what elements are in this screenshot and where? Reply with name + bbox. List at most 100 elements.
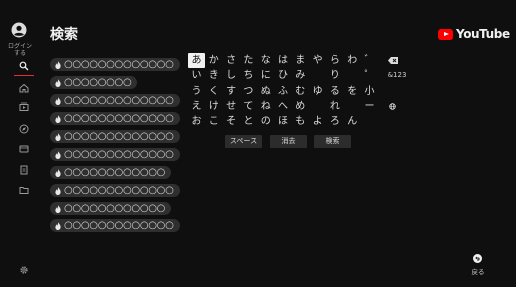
trending-flame-icon xyxy=(55,96,61,105)
suggestion-text: ○○○○○○○○○○○○○ xyxy=(64,59,174,70)
suggestion-text: ○○○○○○○○○○○○○ xyxy=(64,149,174,160)
suggestion-item[interactable]: ○○○○○○○○○○○○ xyxy=(50,202,172,215)
kana-key[interactable]: む xyxy=(292,84,309,99)
kana-key[interactable]: 小 xyxy=(361,84,378,99)
kana-key[interactable]: き xyxy=(205,68,222,83)
kana-key[interactable]: そ xyxy=(223,114,240,129)
kana-key[interactable]: め xyxy=(292,99,309,114)
kana-key[interactable]: の xyxy=(257,114,274,129)
space-button[interactable]: スペース xyxy=(225,135,262,148)
back-label[interactable]: 戻る xyxy=(468,266,488,276)
kana-key[interactable]: し xyxy=(223,68,240,83)
trending-flame-icon xyxy=(55,204,61,213)
suggestion-item[interactable]: ○○○○○○○○○○○○○ xyxy=(50,219,180,232)
kana-key[interactable]: ち xyxy=(240,68,257,83)
kana-key[interactable]: ら xyxy=(326,53,343,68)
kana-key[interactable]: は xyxy=(275,53,292,68)
trending-flame-icon xyxy=(55,150,61,159)
suggestion-text: ○○○○○○○○○○○○ xyxy=(64,167,166,178)
kana-key[interactable]: わ xyxy=(344,53,361,68)
kana-key[interactable]: へ xyxy=(275,99,292,114)
kana-key[interactable]: ぬ xyxy=(257,84,274,99)
kana-key[interactable]: ー xyxy=(361,99,378,114)
kana-key[interactable]: れ xyxy=(326,99,343,114)
kana-key[interactable]: ね xyxy=(257,99,274,114)
saved-icon[interactable] xyxy=(18,164,30,176)
suggestion-text: ○○○○○○○○○○○○ xyxy=(64,203,166,214)
kana-key[interactable]: う xyxy=(188,84,205,99)
suggestion-text: ○○○○○○○○○○○○○ xyxy=(64,113,174,124)
kana-key[interactable]: ゆ xyxy=(309,84,326,99)
kana-key[interactable]: さ xyxy=(223,53,240,68)
suggestion-item[interactable]: ○○○○○○○○○○○○○ xyxy=(50,112,180,125)
kana-key[interactable]: こ xyxy=(205,114,222,129)
folder-icon[interactable] xyxy=(18,184,30,196)
suggestion-item[interactable]: ○○○○○○○○○○○○○ xyxy=(50,94,180,107)
kana-key[interactable]: に xyxy=(257,68,274,83)
backspace-icon[interactable] xyxy=(384,53,401,68)
trending-flame-icon xyxy=(55,114,61,123)
suggestion-text: ○○○○○○○○○○○○○ xyxy=(64,185,174,196)
suggestion-item[interactable]: ○○○○○○○○○○○○○ xyxy=(50,148,180,161)
kana-key[interactable]: た xyxy=(240,53,257,68)
kana-key[interactable]: つ xyxy=(240,84,257,99)
kana-key[interactable]: ろ xyxy=(326,114,343,129)
kana-key[interactable]: と xyxy=(240,114,257,129)
trending-flame-icon xyxy=(55,186,61,195)
symbols-key[interactable]: &123 xyxy=(386,68,408,83)
kana-key[interactable]: く xyxy=(205,84,222,99)
kana-key[interactable]: ゛ xyxy=(361,53,378,68)
suggestion-text: ○○○○○○○○○○○○○ xyxy=(64,220,174,231)
kana-key[interactable]: り xyxy=(326,68,343,83)
gear-icon[interactable] xyxy=(18,264,30,276)
kana-key[interactable]: ひ xyxy=(275,68,292,83)
kana-key[interactable]: を xyxy=(344,84,361,99)
kana-key[interactable]: ま xyxy=(292,53,309,68)
trending-flame-icon xyxy=(55,78,61,87)
kana-key[interactable]: ふ xyxy=(275,84,292,99)
kana-key[interactable]: ほ xyxy=(275,114,292,129)
search-button[interactable]: 検索 xyxy=(314,135,351,148)
page-title: 検索 xyxy=(50,27,78,43)
suggestion-item[interactable]: ○○○○○○○○○○○○ xyxy=(50,166,172,179)
kana-key[interactable]: や xyxy=(309,53,326,68)
side-nav: ログイン する xyxy=(0,0,40,287)
suggestion-text: ○○○○○○○○○○○○○ xyxy=(64,95,174,106)
youtube-logo-text: YouTube xyxy=(456,27,510,41)
clear-button[interactable]: 消去 xyxy=(270,135,307,148)
kana-key[interactable]: せ xyxy=(223,99,240,114)
kana-key[interactable]: て xyxy=(240,99,257,114)
suggestion-item[interactable]: ○○○○○○○○○○○○○ xyxy=(50,58,180,71)
kana-key[interactable]: あ xyxy=(188,53,205,68)
kana-key[interactable]: よ xyxy=(309,114,326,129)
suggestion-item[interactable]: ○○○○○○○○ xyxy=(50,76,138,89)
login-label[interactable]: ログイン する xyxy=(4,43,36,57)
subscriptions-icon[interactable] xyxy=(18,101,30,113)
kana-key[interactable]: え xyxy=(188,99,205,114)
kana-key[interactable]: お xyxy=(188,114,205,129)
trending-flame-icon xyxy=(55,60,61,69)
kana-key[interactable]: ゜ xyxy=(361,68,378,83)
suggestion-item[interactable]: ○○○○○○○○○○○○○ xyxy=(50,130,180,143)
search-screen: ログイン する 検索 YouTube ○○○○○○○○○○○○○ ○○○○○○○… xyxy=(0,0,516,287)
account-icon[interactable] xyxy=(11,22,27,38)
kana-key[interactable]: な xyxy=(257,53,274,68)
kana-key[interactable]: か xyxy=(205,53,222,68)
kana-key[interactable]: い xyxy=(188,68,205,83)
kana-key[interactable]: る xyxy=(326,84,343,99)
kana-key[interactable]: み xyxy=(292,68,309,83)
back-icon[interactable] xyxy=(473,254,482,263)
kana-key[interactable]: ん xyxy=(344,114,361,129)
kana-key[interactable]: も xyxy=(292,114,309,129)
search-icon[interactable] xyxy=(14,60,34,76)
trending-flame-icon xyxy=(55,168,61,177)
kana-key[interactable]: け xyxy=(205,99,222,114)
trending-flame-icon xyxy=(55,132,61,141)
explore-icon[interactable] xyxy=(18,123,30,135)
suggestion-item[interactable]: ○○○○○○○○○○○○○ xyxy=(50,184,180,197)
kana-key[interactable]: す xyxy=(223,84,240,99)
globe-icon[interactable] xyxy=(384,99,401,114)
library-icon[interactable] xyxy=(18,143,30,155)
youtube-play-icon xyxy=(438,28,453,40)
home-icon[interactable] xyxy=(18,82,30,94)
